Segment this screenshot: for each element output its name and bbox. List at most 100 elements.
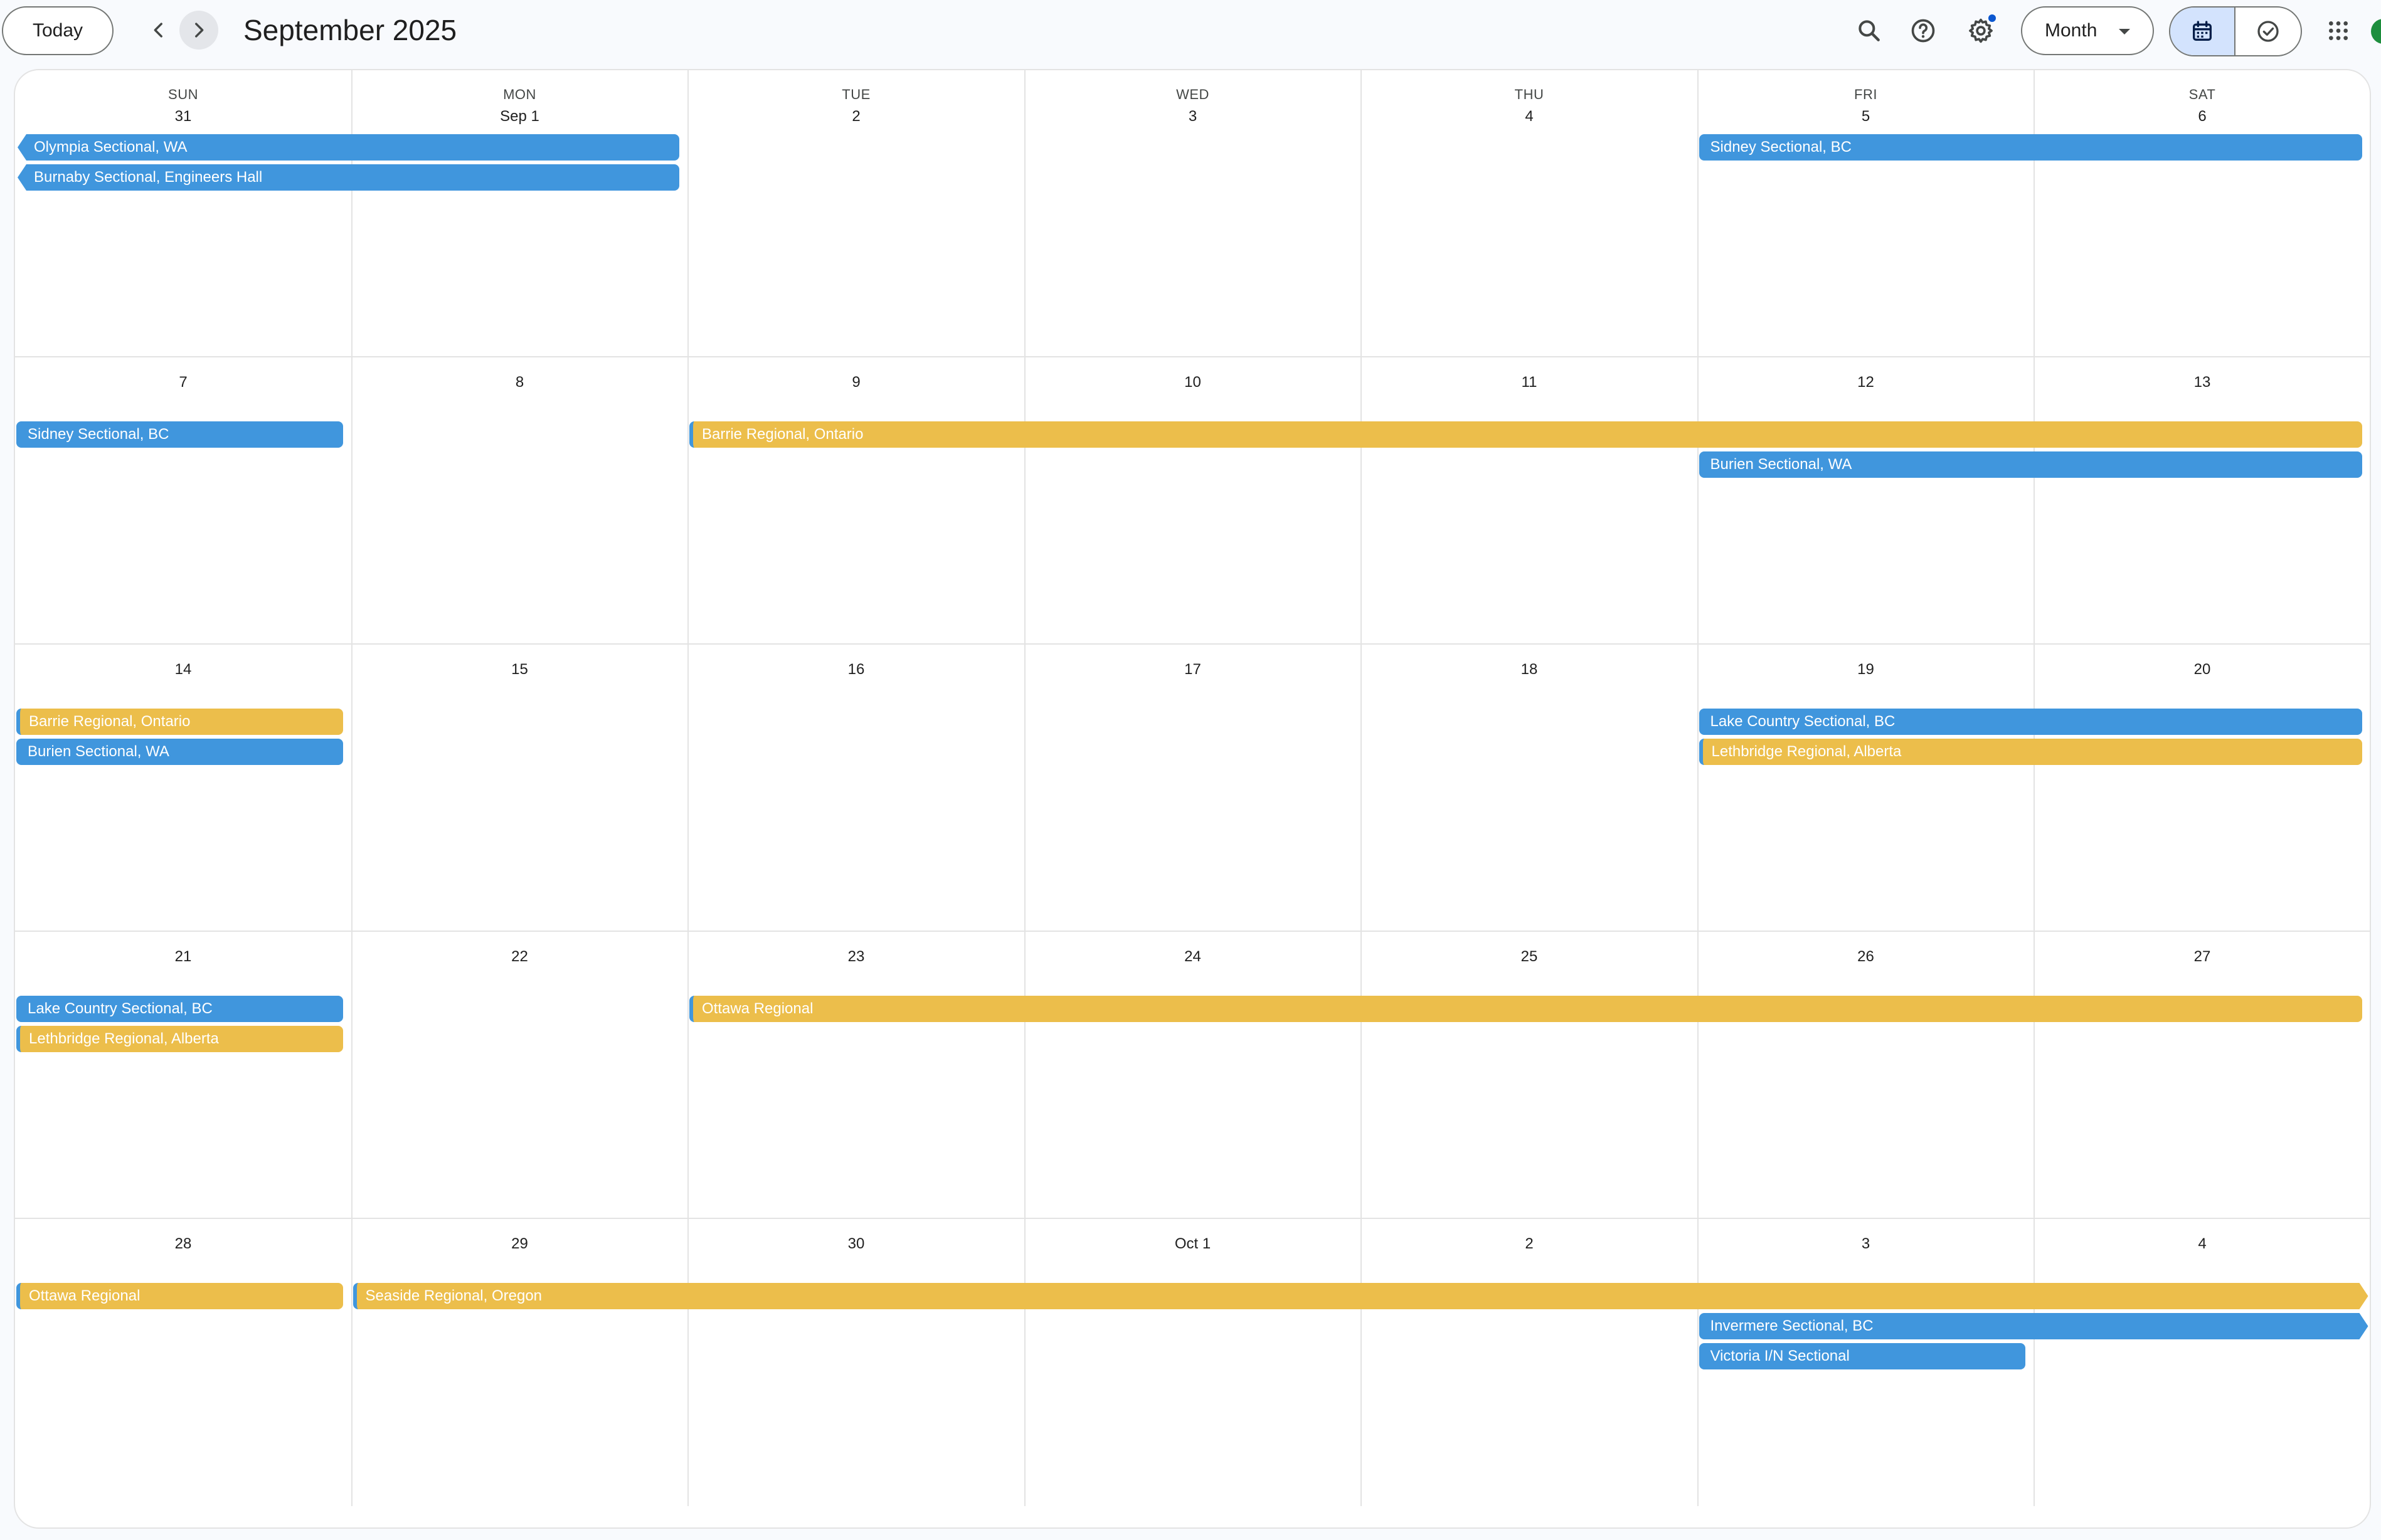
day-number[interactable]: 5: [1698, 108, 2034, 125]
event-chip[interactable]: Sidney Sectional, BC: [1699, 134, 2362, 161]
settings-button[interactable]: [1961, 11, 2001, 51]
calendar-view-button[interactable]: [2170, 8, 2235, 55]
day-number[interactable]: 13: [2034, 374, 2370, 391]
event-chip[interactable]: Victoria I/N Sectional: [1699, 1343, 2025, 1369]
day-number[interactable]: 3: [1698, 1235, 2034, 1253]
weekday-header: THU: [1514, 87, 1544, 102]
day-number[interactable]: 10: [1025, 374, 1361, 391]
weekday-header: MON: [503, 87, 536, 102]
event-chip[interactable]: Lake Country Sectional, BC: [1699, 709, 2362, 735]
column-divider: [1697, 1219, 1699, 1506]
day-number[interactable]: 4: [1361, 108, 1697, 125]
google-apps-button[interactable]: [2318, 11, 2358, 51]
column-divider: [2034, 932, 2035, 1218]
search-button[interactable]: [1849, 11, 1889, 51]
weekday-header: TUE: [842, 87, 871, 102]
event-chip[interactable]: Burnaby Sectional, Engineers Hall: [18, 164, 679, 191]
column-divider: [351, 357, 353, 643]
day-number[interactable]: 4: [2034, 1235, 2370, 1253]
day-number[interactable]: 17: [1025, 661, 1361, 678]
help-icon: [1911, 19, 1935, 43]
column-divider: [1024, 645, 1026, 931]
search-icon: [1859, 20, 1880, 41]
day-number[interactable]: 24: [1025, 948, 1361, 966]
event-chip[interactable]: Barrie Regional, Ontario: [16, 709, 343, 735]
event-chip[interactable]: Sidney Sectional, BC: [16, 421, 343, 448]
day-number[interactable]: Oct 1: [1025, 1235, 1361, 1253]
week-row: 7 8 9 10 11 12 13 Sidney Sectional, BC Barrie Re…: [15, 357, 2370, 645]
day-number[interactable]: 30: [688, 1235, 1024, 1253]
notification-dot: [1988, 14, 1996, 22]
day-number[interactable]: 7: [15, 374, 351, 391]
event-chip[interactable]: Seaside Regional, Oregon: [353, 1283, 2368, 1309]
day-number[interactable]: 29: [352, 1235, 688, 1253]
event-chip[interactable]: Ottawa Regional: [689, 996, 2362, 1022]
day-number[interactable]: 6: [2034, 108, 2370, 125]
view-selector-label: Month: [2045, 20, 2097, 41]
weekday-header: WED: [1176, 87, 1209, 102]
column-divider: [1697, 932, 1699, 1218]
day-number[interactable]: 23: [688, 948, 1024, 966]
event-chip[interactable]: Lake Country Sectional, BC: [16, 996, 343, 1022]
week-row: 14 15 16 17 18 19 20 Barrie Regional, Ontario Bu…: [15, 645, 2370, 932]
apps-grid-icon: [2329, 21, 2348, 40]
day-number[interactable]: 27: [2034, 948, 2370, 966]
day-number[interactable]: 11: [1361, 374, 1697, 391]
week-row: 21 22 23 24 25 26 27 Lake Country Sectional, BC…: [15, 932, 2370, 1219]
day-number[interactable]: 2: [1361, 1235, 1697, 1253]
event-chip[interactable]: Ottawa Regional: [16, 1283, 343, 1309]
event-chip[interactable]: Olympia Sectional, WA: [18, 134, 679, 161]
weekday-header: FRI: [1854, 87, 1877, 102]
day-number[interactable]: 2: [688, 108, 1024, 125]
event-chip[interactable]: Lethbridge Regional, Alberta: [1699, 739, 2362, 765]
day-number[interactable]: 21: [15, 948, 351, 966]
day-number[interactable]: 18: [1361, 661, 1697, 678]
week-row: SUN MON TUE WED THU FRI SAT 31 Sep 1 2 3 4 5 6 Olympia…: [15, 70, 2370, 357]
day-number[interactable]: 26: [1698, 948, 2034, 966]
day-number[interactable]: 8: [352, 374, 688, 391]
month-grid: SUN MON TUE WED THU FRI SAT 31 Sep 1 2 3 4 5 6 Olympia…: [14, 69, 2371, 1529]
column-divider: [1697, 357, 1699, 643]
calendar-header: Today September 2025 Month: [0, 0, 2381, 69]
day-number[interactable]: 22: [352, 948, 688, 966]
view-selector-dropdown[interactable]: Month: [2021, 6, 2154, 55]
next-month-button[interactable]: [179, 11, 218, 50]
day-number[interactable]: Sep 1: [352, 108, 688, 125]
chevron-left-icon: [154, 23, 162, 38]
column-divider: [351, 1219, 353, 1506]
column-divider: [687, 645, 689, 931]
day-number[interactable]: 9: [688, 374, 1024, 391]
check-circle-icon: [2257, 21, 2279, 42]
event-chip[interactable]: Lethbridge Regional, Alberta: [16, 1026, 343, 1052]
event-chip[interactable]: Burien Sectional, WA: [1699, 451, 2362, 478]
day-number[interactable]: 19: [1698, 661, 2034, 678]
chevron-right-icon: [195, 23, 204, 38]
help-button[interactable]: [1903, 11, 1943, 51]
week-row: 28 29 30 Oct 1 2 3 4 Ottawa Regional Seaside Reg…: [15, 1219, 2370, 1506]
day-number[interactable]: 20: [2034, 661, 2370, 678]
day-number[interactable]: 25: [1361, 948, 1697, 966]
day-number[interactable]: 3: [1025, 108, 1361, 125]
day-number[interactable]: 28: [15, 1235, 351, 1253]
view-toggle: [2169, 6, 2302, 56]
day-number[interactable]: 16: [688, 661, 1024, 678]
day-number[interactable]: 14: [15, 661, 351, 678]
event-chip[interactable]: Invermere Sectional, BC: [1699, 1313, 2368, 1339]
event-chip[interactable]: Barrie Regional, Ontario: [689, 421, 2362, 448]
column-divider: [687, 1219, 689, 1506]
day-number[interactable]: 31: [15, 108, 351, 125]
account-avatar[interactable]: [2371, 19, 2381, 44]
tasks-view-button[interactable]: [2235, 8, 2301, 55]
event-chip[interactable]: Burien Sectional, WA: [16, 739, 343, 765]
column-divider: [1024, 932, 1026, 1218]
column-divider: [687, 932, 689, 1218]
weekday-header: SUN: [168, 87, 198, 102]
column-divider: [1024, 357, 1026, 643]
day-number[interactable]: 12: [1698, 374, 2034, 391]
today-button[interactable]: Today: [2, 6, 114, 55]
column-divider: [2034, 1219, 2035, 1506]
day-number[interactable]: 15: [352, 661, 688, 678]
previous-month-button[interactable]: [139, 11, 178, 50]
column-divider: [1360, 357, 1362, 643]
current-month-title: September 2025: [243, 14, 457, 46]
